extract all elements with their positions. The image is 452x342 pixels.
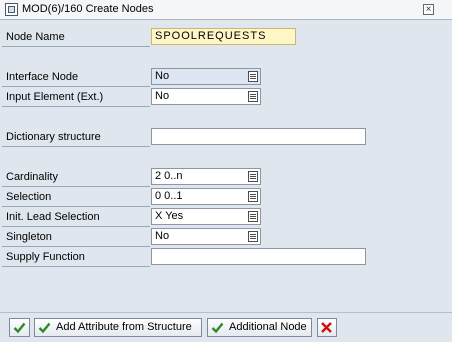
window-titlebar: MOD(6)/160 Create Nodes × [0,0,452,20]
value-help-icon[interactable] [248,91,258,102]
window-icon [5,3,18,16]
supply-function-label: Supply Function [6,251,85,263]
checkmark-icon [211,322,224,334]
init-lead-selection-select[interactable]: X Yes [151,208,261,225]
interface-node-label: Interface Node [6,71,79,83]
checkmark-icon [13,322,26,334]
window-title: MOD(6)/160 Create Nodes [22,3,154,15]
value-help-icon[interactable] [248,211,258,222]
node-name-field[interactable]: SPOOLREQUESTS [151,28,296,45]
close-icon[interactable]: × [423,4,434,15]
cardinality-value: 2 0..n [155,170,183,182]
dictionary-structure-label: Dictionary structure [6,131,101,143]
additional-node-button[interactable]: Additional Node [207,318,312,337]
value-help-icon[interactable] [248,191,258,202]
add-attribute-from-structure-button[interactable]: Add Attribute from Structure [34,318,202,337]
row-divider [2,226,150,227]
selection-label: Selection [6,191,52,203]
additional-node-label: Additional Node [229,321,307,333]
checkmark-icon [38,322,51,334]
row-divider [2,206,150,207]
node-name-label: Node Name [6,31,65,43]
value-help-icon[interactable] [248,71,258,82]
cancel-button[interactable] [317,318,337,337]
singleton-label: Singleton [6,231,52,243]
init-lead-selection-label: Init. Lead Selection [6,211,100,223]
cardinality-select[interactable]: 2 0..n [151,168,261,185]
row-divider [2,86,150,87]
value-help-icon[interactable] [248,171,258,182]
input-element-select[interactable]: No [151,88,261,105]
accept-button[interactable] [9,318,30,337]
row-divider [2,266,150,267]
interface-node-value: No [155,70,170,82]
row-divider [2,46,150,47]
supply-function-field[interactable] [151,248,366,265]
row-divider [2,146,150,147]
row-divider [2,106,150,107]
row-divider [2,186,150,187]
add-attribute-label: Add Attribute from Structure [56,321,192,333]
cancel-x-icon [321,322,332,333]
input-element-value: No [155,90,170,102]
singleton-select[interactable]: No [151,228,261,245]
selection-select[interactable]: 0 0..1 [151,188,261,205]
interface-node-select[interactable]: No [151,68,261,85]
selection-value: 0 0..1 [155,190,183,202]
singleton-value: No [155,230,170,242]
row-divider [2,246,150,247]
value-help-icon[interactable] [248,231,258,242]
cardinality-label: Cardinality [6,171,58,183]
input-element-label: Input Element (Ext.) [6,91,104,103]
dictionary-structure-field[interactable] [151,128,366,145]
init-lead-selection-value: X Yes [155,210,184,222]
